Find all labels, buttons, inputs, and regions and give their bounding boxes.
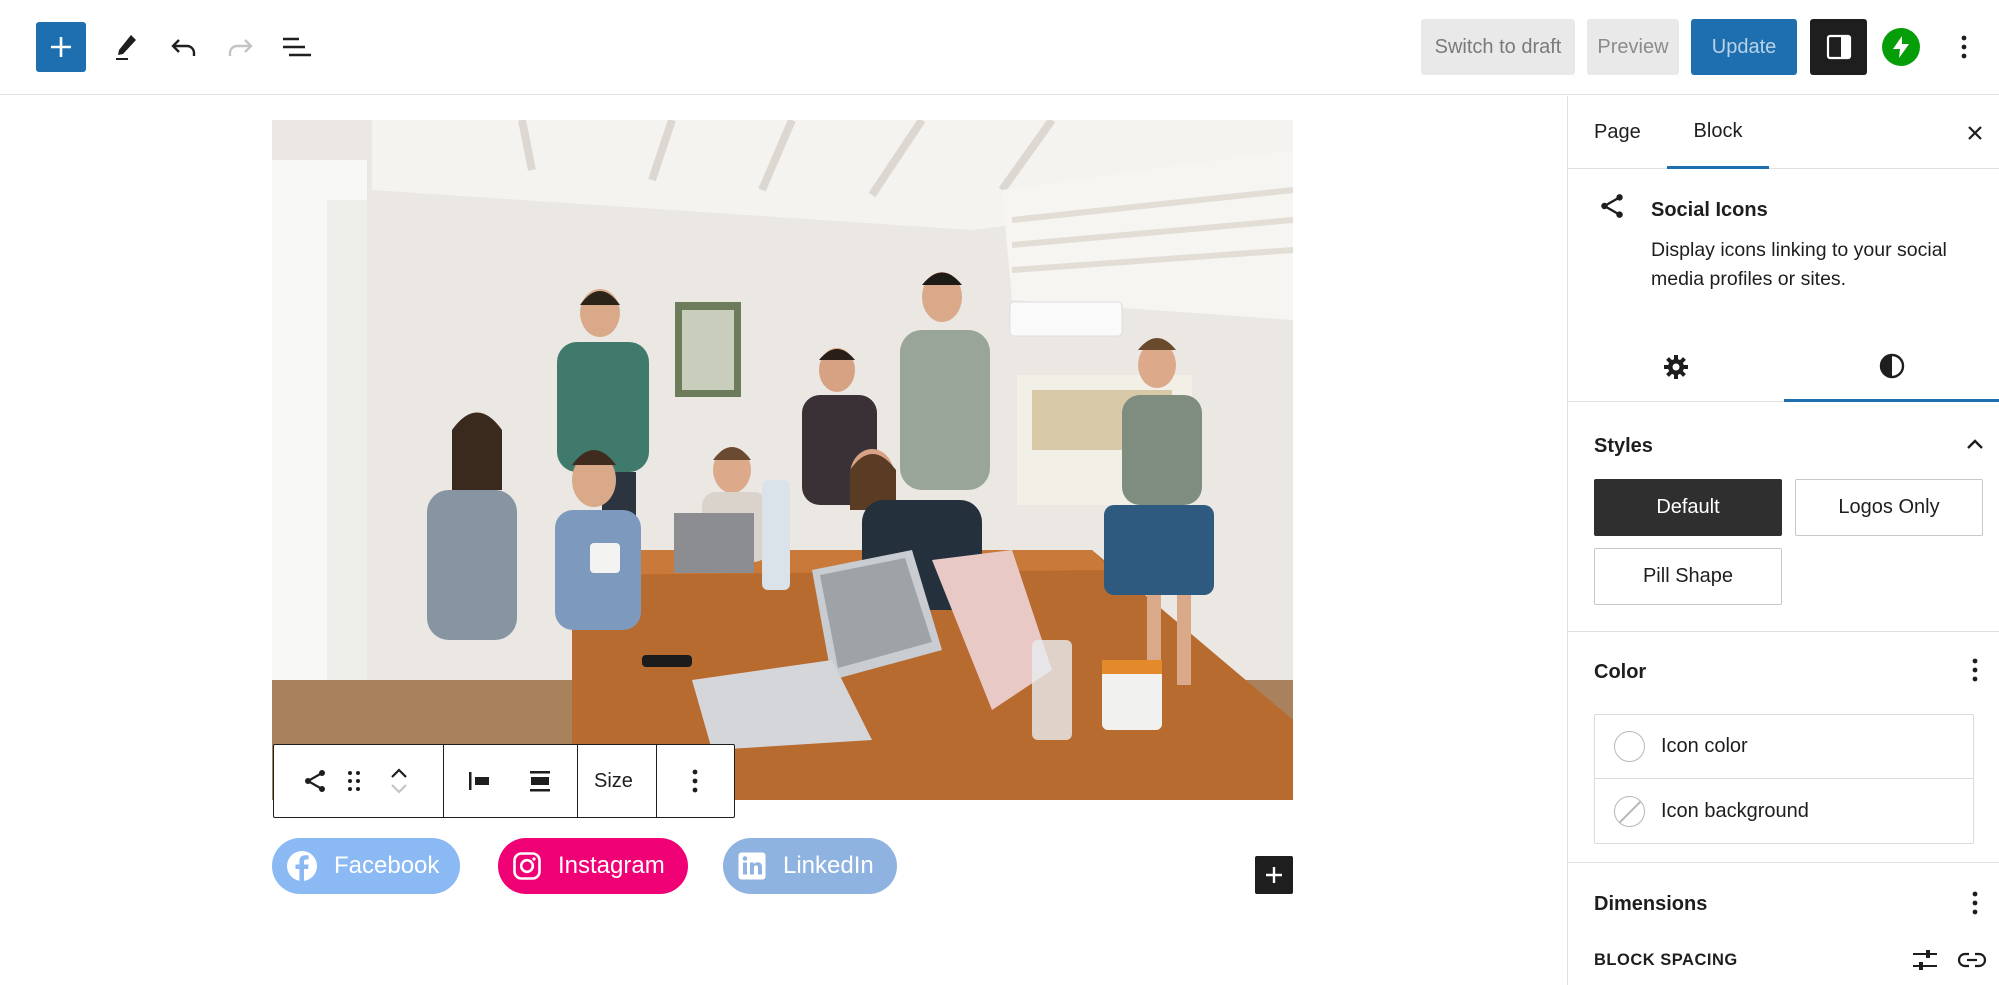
team-meeting-photo: [272, 120, 1293, 800]
size-button[interactable]: Size: [578, 745, 649, 817]
editor-canvas[interactable]: Size Facebook Instagram LinkedIn: [0, 96, 1567, 985]
sidebar-tabs: Page Block: [1568, 96, 1999, 169]
share-icon: [1601, 194, 1623, 218]
undo-icon: [171, 39, 196, 56]
chevron-down-icon[interactable]: [389, 781, 409, 797]
close-icon: [1968, 126, 1982, 140]
link-icon: [1957, 952, 1987, 968]
color-settings-list: Icon color Icon background: [1594, 714, 1974, 844]
more-vertical-icon: [1972, 891, 1978, 915]
dimensions-panel: Dimensions BLOCK SPACING: [1568, 863, 1999, 985]
tab-styles[interactable]: [1784, 332, 1999, 402]
options-button[interactable]: [1942, 25, 1986, 69]
tab-block[interactable]: Block: [1667, 96, 1769, 169]
close-sidebar-button[interactable]: [1953, 111, 1997, 155]
add-block-button[interactable]: [36, 22, 86, 72]
tab-settings[interactable]: [1568, 332, 1784, 402]
justify-center-button[interactable]: [514, 745, 566, 817]
tools-button[interactable]: [104, 25, 148, 69]
style-pill-shape-button[interactable]: Pill Shape: [1594, 548, 1782, 605]
style-logos-only-button[interactable]: Logos Only: [1795, 479, 1983, 536]
block-appender-button[interactable]: [1255, 856, 1293, 894]
instagram-icon: [513, 852, 541, 880]
style-default-button[interactable]: Default: [1594, 479, 1782, 536]
icon-color-label: Icon color: [1661, 735, 1748, 757]
update-button[interactable]: Update: [1691, 19, 1797, 75]
settings-sidebar: Page Block Social Icons Display icons li…: [1567, 96, 1999, 985]
contrast-icon: [1879, 353, 1905, 378]
color-panel: Color Icon color Icon background: [1568, 632, 1999, 863]
social-link-facebook[interactable]: Facebook: [272, 838, 460, 894]
dimensions-options-button[interactable]: [1953, 881, 1997, 925]
justify-center-icon: [530, 771, 550, 792]
block-options-button[interactable]: [673, 745, 717, 817]
jetpack-bolt-icon: [1893, 36, 1909, 58]
color-swatch: [1614, 795, 1645, 827]
chevron-up-icon: [1967, 439, 1983, 449]
facebook-icon: [287, 851, 317, 881]
drag-handle[interactable]: [334, 745, 374, 817]
styles-panel: Styles Default Logos Only Pill Shape: [1568, 402, 1999, 632]
social-link-linkedin[interactable]: LinkedIn: [723, 838, 897, 894]
linkedin-icon: [738, 852, 766, 880]
block-type-button[interactable]: [296, 745, 334, 817]
block-card: Social Icons Display icons linking to yo…: [1568, 170, 1999, 402]
options-group: [657, 745, 733, 817]
block-toolbar: Size: [273, 744, 735, 818]
unlink-spacing-button[interactable]: [1955, 943, 1989, 977]
redo-icon: [228, 39, 253, 56]
block-title: Social Icons: [1651, 199, 1768, 221]
custom-spacing-button[interactable]: [1908, 943, 1942, 977]
block-description: Display icons linking to your social med…: [1651, 239, 1947, 290]
size-group: Size: [578, 745, 657, 817]
color-panel-title: Color: [1594, 661, 1647, 683]
chevron-up-icon[interactable]: [389, 765, 409, 781]
justify-left-button[interactable]: [444, 745, 514, 817]
justify-left-icon: [469, 772, 489, 790]
mover-control: [374, 745, 424, 817]
sidebar-toggle-icon: [1826, 34, 1851, 60]
block-spacing-label: BLOCK SPACING: [1594, 951, 1738, 969]
settings-toggle-button[interactable]: [1810, 19, 1867, 75]
styles-collapse-button[interactable]: [1953, 422, 1997, 466]
undo-button[interactable]: [162, 25, 206, 69]
sliders-icon: [1913, 950, 1937, 970]
tab-page[interactable]: Page: [1594, 96, 1641, 169]
social-link-label: LinkedIn: [783, 852, 874, 879]
jetpack-button[interactable]: [1882, 28, 1920, 66]
social-link-label: Instagram: [558, 852, 665, 879]
color-swatch: [1614, 731, 1645, 762]
pencil-icon: [116, 35, 136, 60]
share-icon: [305, 770, 325, 792]
more-vertical-icon: [692, 769, 698, 793]
list-view-icon: [283, 37, 311, 57]
social-link-label: Facebook: [334, 852, 440, 879]
list-view-button[interactable]: [275, 25, 319, 69]
plus-icon: [1266, 867, 1282, 883]
switch-to-draft-button[interactable]: Switch to draft: [1421, 19, 1575, 75]
editor-header: Switch to draft Preview Update: [0, 0, 1999, 95]
block-card-icon: [1598, 192, 1626, 225]
block-parent-group: [274, 745, 444, 817]
styles-panel-title[interactable]: Styles: [1594, 435, 1653, 458]
preview-button[interactable]: Preview: [1587, 19, 1679, 75]
dimensions-panel-title: Dimensions: [1594, 893, 1708, 915]
cover-photo[interactable]: [272, 120, 1293, 800]
icon-background-control[interactable]: Icon background: [1595, 779, 1973, 843]
more-vertical-icon: [1972, 658, 1978, 682]
icon-color-control[interactable]: Icon color: [1595, 715, 1973, 779]
redo-button[interactable]: [218, 25, 262, 69]
justification-group: [444, 745, 578, 817]
plus-icon: [51, 37, 71, 57]
inspector-tabs: [1568, 332, 1999, 402]
icon-background-label: Icon background: [1661, 799, 1809, 822]
more-vertical-icon: [1961, 35, 1967, 59]
gear-icon: [1664, 355, 1688, 379]
drag-handle-icon: [348, 771, 360, 791]
color-options-button[interactable]: [1953, 648, 1997, 692]
social-link-instagram[interactable]: Instagram: [498, 838, 688, 894]
